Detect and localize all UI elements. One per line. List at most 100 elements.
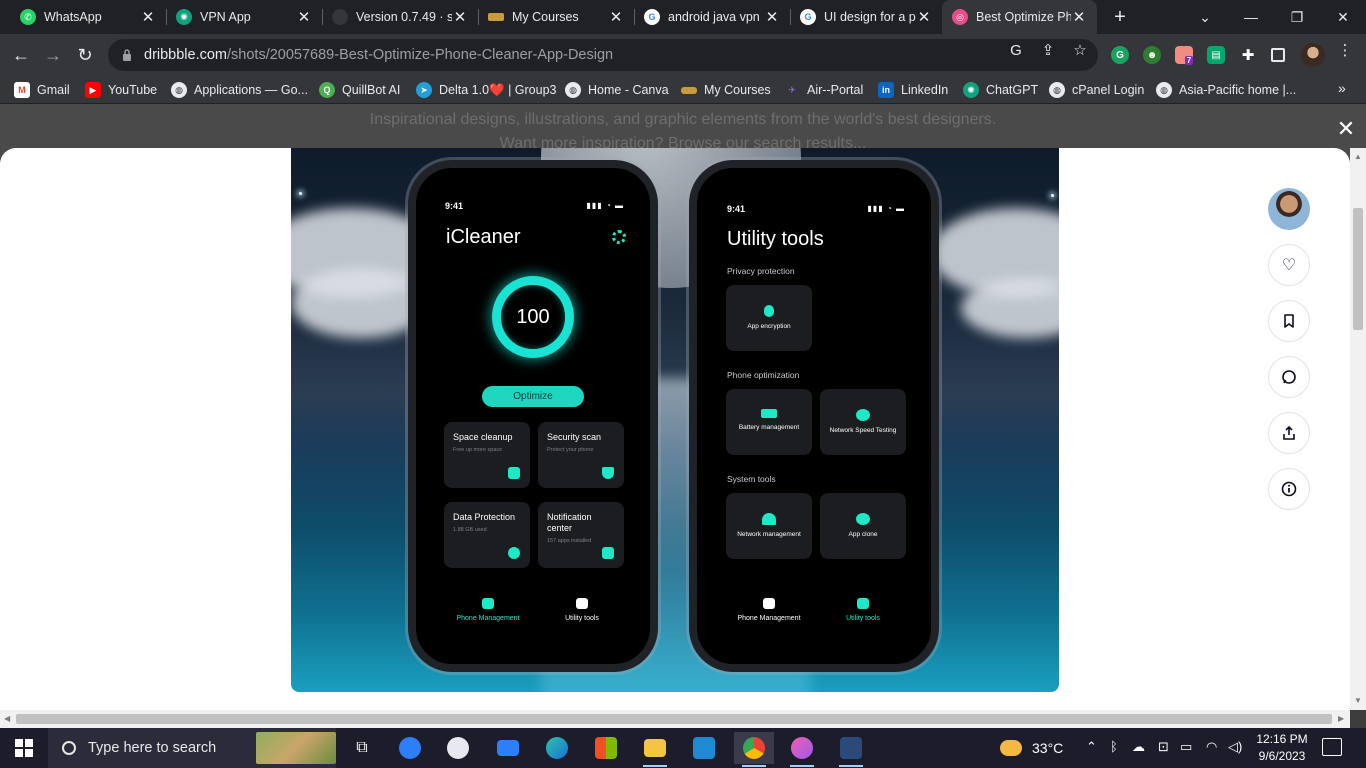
app-x-icon[interactable]	[831, 732, 871, 767]
bookmark-delta[interactable]: ➤ Delta 1.0❤️ | Group3	[416, 81, 556, 99]
bookmark-quillbot[interactable]: Q QuillBot AI	[319, 81, 400, 99]
optimize-button[interactable]: Optimize	[482, 386, 584, 407]
back-button[interactable]: ←	[6, 40, 36, 70]
store-icon[interactable]	[586, 732, 626, 764]
close-tab-icon[interactable]: ✕	[452, 8, 468, 26]
volume-icon[interactable]: ◁)	[1228, 739, 1242, 755]
card-security-scan[interactable]: Security scan Protect your phone	[538, 422, 624, 488]
close-tab-icon[interactable]: ✕	[764, 8, 780, 26]
nav-utility-tools[interactable]: Utility tools	[537, 598, 627, 622]
tab-version[interactable]: Version 0.7.49 · sc ✕	[322, 0, 478, 34]
share-icon[interactable]: ⇪	[1039, 42, 1057, 60]
tool-network-speed-testing[interactable]: Network Speed Testing	[820, 389, 906, 455]
nav-phone-management[interactable]: Phone Management	[443, 598, 533, 622]
chrome-icon[interactable]	[734, 732, 774, 767]
app-w-icon[interactable]	[782, 732, 822, 767]
settings-gear-icon[interactable]	[612, 230, 626, 244]
bookmark-asia-pacific[interactable]: ◍ Asia-Pacific home |...	[1156, 81, 1296, 99]
horizontal-scrollbar[interactable]: ◀ ▶	[0, 710, 1350, 728]
close-tab-icon[interactable]: ✕	[296, 8, 312, 26]
close-tab-icon[interactable]: ✕	[916, 8, 932, 26]
vertical-scroll-thumb[interactable]	[1353, 208, 1363, 330]
scroll-down-arrow-icon[interactable]: ▼	[1354, 696, 1362, 705]
bookmark-youtube[interactable]: ▶ YouTube	[85, 81, 157, 99]
tool-battery-management[interactable]: Battery management	[726, 389, 812, 455]
bookmark-applications[interactable]: ◍ Applications — Go...	[171, 81, 308, 99]
grammarly-extension-icon[interactable]: G	[1111, 46, 1129, 64]
new-tab-button[interactable]: +	[1109, 6, 1131, 28]
minimize-button[interactable]: —	[1228, 0, 1274, 34]
card-space-cleanup[interactable]: Space cleanup Free up more space	[444, 422, 530, 488]
card-notification-center[interactable]: Notification center 157 apps installed	[538, 502, 624, 568]
device-icon[interactable]: ⊡	[1158, 739, 1169, 755]
start-button[interactable]	[0, 728, 48, 768]
close-tab-icon[interactable]: ✕	[608, 8, 624, 26]
tab-android-java-vpn[interactable]: G android java vpn ✕	[634, 0, 790, 34]
tool-network-management[interactable]: Network management	[726, 493, 812, 559]
wifi-icon[interactable]: ◠	[1206, 739, 1217, 755]
bookmark-my-courses[interactable]: My Courses	[681, 81, 771, 99]
nav-phone-management[interactable]: Phone Management	[724, 598, 814, 622]
tab-ui-design[interactable]: G UI design for a ph ✕	[790, 0, 942, 34]
forward-button[interactable]: →	[38, 40, 68, 70]
bookmark-linkedin[interactable]: in LinkedIn	[878, 81, 948, 99]
tool-app-encryption[interactable]: App encryption	[726, 285, 812, 351]
profile-avatar[interactable]	[1301, 43, 1325, 67]
tab-my-courses[interactable]: My Courses ✕	[478, 0, 634, 34]
restore-button[interactable]: ❐	[1274, 0, 1320, 34]
notification-center-icon[interactable]	[1322, 738, 1342, 756]
app-b-icon[interactable]	[438, 732, 478, 764]
tab-dribbble-active[interactable]: ◎ Best Optimize Ph ✕	[942, 0, 1097, 34]
side-panel-icon[interactable]	[1271, 48, 1285, 62]
scroll-up-arrow-icon[interactable]: ▲	[1354, 152, 1362, 161]
bookmark-cpanel[interactable]: ◍ cPanel Login	[1049, 81, 1144, 99]
comment-icon[interactable]	[1268, 356, 1310, 398]
tab-whatsapp[interactable]: ✆ WhatsApp ✕	[10, 0, 166, 34]
tray-overflow-icon[interactable]: ⌃	[1086, 739, 1097, 755]
card-data-protection[interactable]: Data Protection 1.88 GB used	[444, 502, 530, 568]
task-view-icon[interactable]: ⧉	[342, 732, 382, 764]
app-a-icon[interactable]	[390, 732, 430, 764]
close-modal-icon[interactable]: ✕	[1334, 117, 1358, 141]
battery-icon[interactable]: ▭	[1180, 739, 1192, 755]
address-bar[interactable]: dribbble.com/shots/20057689-Best-Optimiz…	[108, 39, 1098, 71]
share-icon[interactable]	[1268, 412, 1310, 454]
close-tab-icon[interactable]: ✕	[140, 8, 156, 26]
edge-icon[interactable]	[537, 732, 577, 764]
bookmark-canva[interactable]: ◍ Home - Canva	[565, 81, 669, 99]
bluetooth-icon[interactable]: ᛒ	[1110, 739, 1118, 754]
scroll-left-arrow-icon[interactable]: ◀	[4, 714, 10, 723]
reload-button[interactable]: ↻	[70, 40, 100, 70]
bookmark-gmail[interactable]: M Gmail	[14, 81, 70, 99]
chrome-menu-icon[interactable]: ⋮	[1336, 42, 1354, 60]
close-window-button[interactable]: ✕	[1320, 0, 1366, 34]
google-lens-icon[interactable]: G	[1007, 42, 1025, 60]
bookmark-icon[interactable]	[1268, 300, 1310, 342]
vscode-icon[interactable]	[684, 732, 724, 764]
file-explorer-icon[interactable]	[635, 732, 675, 767]
taskbar-clock[interactable]: 12:16 PM 9/6/2023	[1254, 731, 1310, 765]
bookmark-air-portal[interactable]: ✈ Air--Portal	[784, 81, 863, 99]
taskbar-search[interactable]: Type here to search	[48, 728, 336, 768]
bookmark-star-icon[interactable]: ☆	[1071, 42, 1089, 60]
extension-green-icon[interactable]: ▤	[1207, 46, 1225, 64]
extension-robot-icon[interactable]: ☻	[1143, 46, 1161, 64]
nav-utility-tools[interactable]: Utility tools	[818, 598, 908, 622]
designer-avatar[interactable]	[1268, 188, 1310, 230]
tool-app-clone[interactable]: App clone	[820, 493, 906, 559]
bookmark-chatgpt[interactable]: ✺ ChatGPT	[963, 81, 1038, 99]
tab-vpn-app[interactable]: ✺ VPN App ✕	[166, 0, 322, 34]
tab-search-chevron-icon[interactable]: ⌄	[1182, 0, 1228, 34]
like-heart-icon[interactable]: ♡	[1268, 244, 1310, 286]
bookmarks-overflow-icon[interactable]: »	[1338, 80, 1346, 96]
close-tab-icon[interactable]: ✕	[1071, 8, 1087, 26]
onedrive-icon[interactable]: ☁	[1132, 739, 1145, 755]
extension-badge-icon[interactable]: 7	[1175, 46, 1194, 65]
info-icon[interactable]	[1268, 468, 1310, 510]
horizontal-scroll-thumb[interactable]	[16, 714, 1332, 724]
scroll-right-arrow-icon[interactable]: ▶	[1338, 714, 1344, 723]
mail-icon[interactable]	[488, 732, 528, 764]
extensions-puzzle-icon[interactable]: ✚	[1239, 46, 1257, 64]
weather-widget[interactable]: 33°C	[1000, 728, 1063, 768]
vertical-scrollbar[interactable]: ▲ ▼	[1350, 148, 1366, 710]
